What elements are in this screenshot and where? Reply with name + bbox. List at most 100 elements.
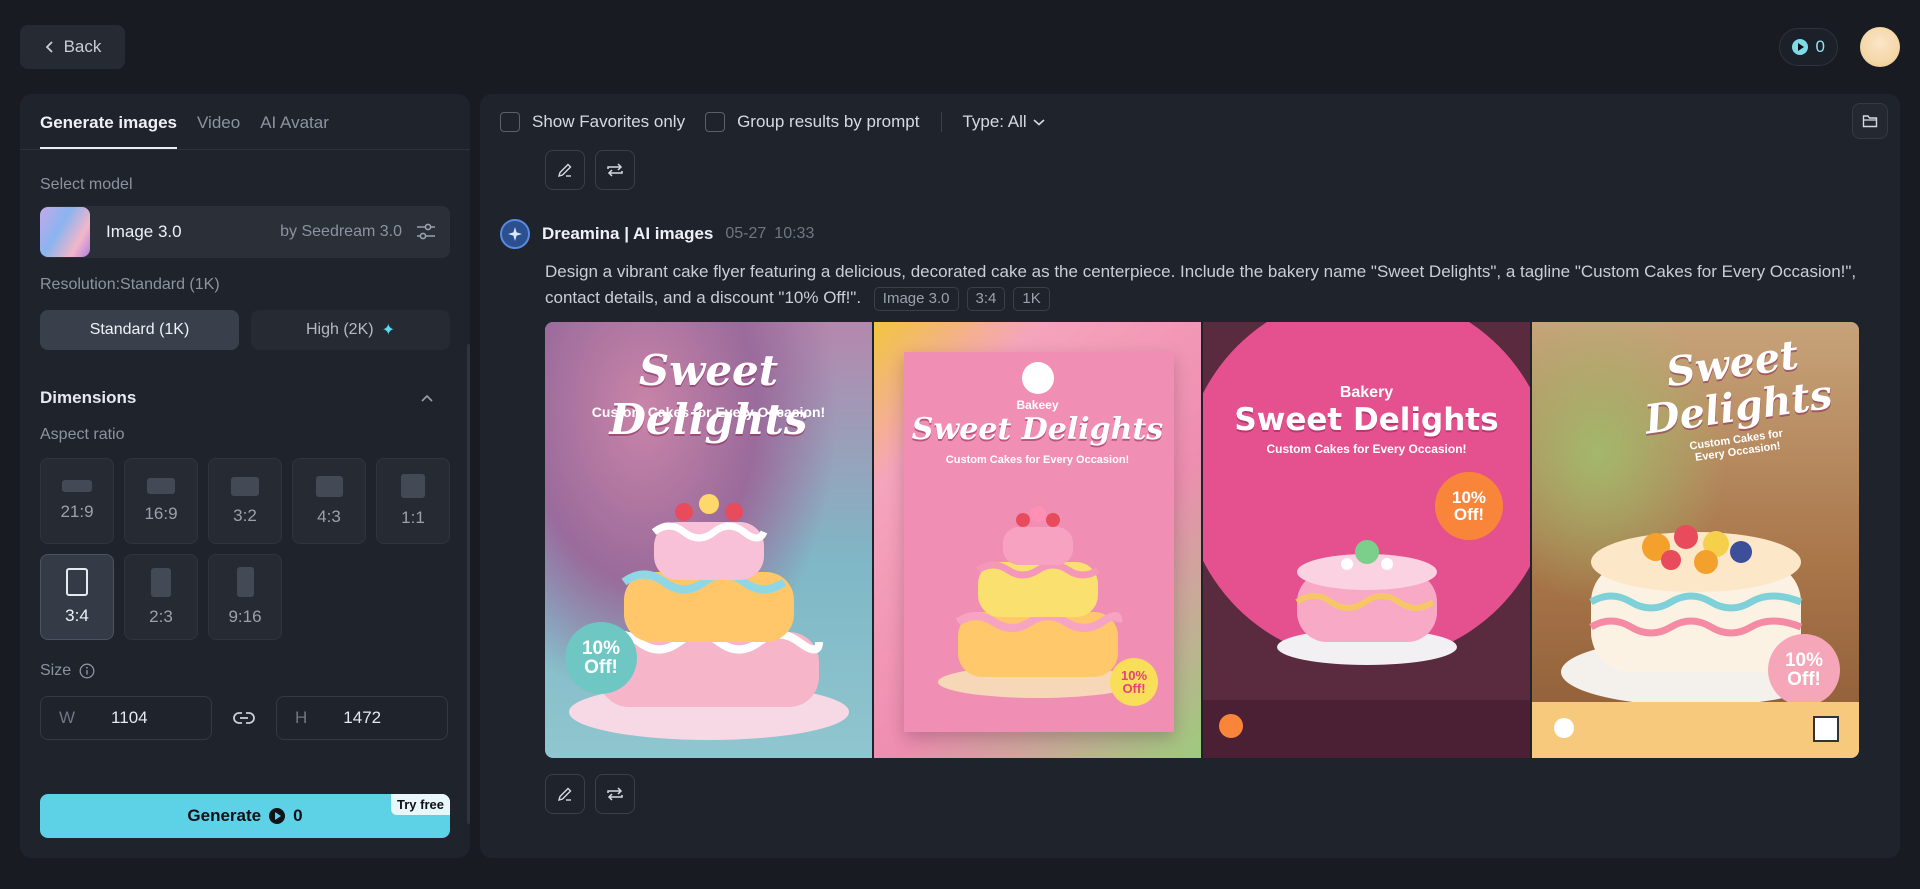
qr-code xyxy=(1813,716,1839,742)
repeat-icon xyxy=(607,163,623,177)
height-value: 1472 xyxy=(343,708,382,727)
previous-actions xyxy=(545,150,635,190)
link-dimensions-button[interactable] xyxy=(222,711,266,725)
generation-settings-panel: Generate images Video AI Avatar Select m… xyxy=(20,94,470,858)
cake-illustration xyxy=(568,494,849,740)
generate-button[interactable]: Generate 0 Try free xyxy=(40,794,450,838)
model-provider: by Seedream 3.0 xyxy=(280,223,402,240)
sparkle-icon: ✦ xyxy=(381,322,395,339)
ratio-label: 4:3 xyxy=(317,506,341,526)
pencil-icon xyxy=(557,163,572,178)
ratio-label: 16:9 xyxy=(144,504,178,523)
height-field[interactable]: H 1472 xyxy=(276,696,448,740)
ratio-21-9[interactable]: 21:9 xyxy=(40,458,114,544)
select-model-label: Select model xyxy=(40,176,133,193)
ratio-4-3[interactable]: 4:3 xyxy=(292,458,366,544)
ratio-shape-icon xyxy=(315,475,343,497)
back-button[interactable]: Back xyxy=(20,25,125,69)
generation-message: Dreamina | AI images 05-27 10:33 Design a… xyxy=(500,219,1880,311)
ratio-shape-icon xyxy=(147,478,175,494)
folder-button[interactable] xyxy=(1852,103,1888,139)
type-filter-label: Type: All xyxy=(962,112,1027,131)
avatar[interactable] xyxy=(1860,27,1900,67)
link-icon xyxy=(233,712,255,724)
resolution-standard-button[interactable]: Standard (1K) xyxy=(40,310,239,350)
message-time: 10:33 xyxy=(774,225,815,242)
dimensions-header[interactable]: Dimensions xyxy=(40,388,450,408)
image-title: Sweet Delights xyxy=(1641,331,1836,444)
ratio-shape-icon xyxy=(401,474,425,498)
back-label: Back xyxy=(63,37,102,56)
message-timestamp: 05-27 10:33 xyxy=(725,225,814,243)
credits-balance[interactable]: 0 xyxy=(1778,28,1838,66)
image-title: Sweet Delights xyxy=(609,346,808,444)
ratio-label: 9:16 xyxy=(228,607,262,626)
info-icon[interactable] xyxy=(79,663,95,679)
width-field[interactable]: W 1104 xyxy=(40,696,212,740)
panel-scrollbar[interactable] xyxy=(467,344,470,824)
height-key: H xyxy=(295,708,308,727)
image-tagline: Custom Cakes for Every Occasion! xyxy=(591,404,826,420)
ratio-16-9[interactable]: 16:9 xyxy=(124,458,198,544)
type-filter-dropdown[interactable]: Type: All xyxy=(962,112,1045,132)
discount-badge: 10% Off! xyxy=(565,622,637,694)
try-free-badge: Try free xyxy=(391,794,450,815)
ratio-3-2[interactable]: 3:2 xyxy=(208,458,282,544)
resolution-standard-label: Standard (1K) xyxy=(89,321,190,338)
regenerate-button[interactable] xyxy=(595,774,635,814)
model-name: Image 3.0 xyxy=(106,222,182,241)
discount-badge: 10% Off! xyxy=(1110,658,1158,706)
image-title: Sweet Delights xyxy=(1234,402,1499,438)
model-thumbnail xyxy=(40,207,90,257)
ratio-shape-icon xyxy=(231,476,259,496)
resolution-high-button[interactable]: High (2K) ✦ xyxy=(251,310,450,350)
image-tagline: Custom Cakes for Every Occasion! xyxy=(1266,442,1467,456)
credit-coin-icon xyxy=(1791,39,1808,55)
ratio-label: 3:4 xyxy=(65,606,89,625)
tag-model: Image 3.0 xyxy=(873,287,959,311)
generated-images: Sweet Delights Custom Cakes for Every Oc… xyxy=(545,322,1859,758)
size-header: Size xyxy=(40,662,450,680)
credits-count: 0 xyxy=(1815,37,1825,56)
message-date: 05-27 xyxy=(725,225,767,242)
image-brand: Bakeey xyxy=(1016,398,1059,412)
favorites-checkbox[interactable]: Show Favorites only xyxy=(500,112,685,132)
ratio-1-1[interactable]: 1:1 xyxy=(376,458,450,544)
contact-strip xyxy=(1532,702,1859,758)
resolution-label: Resolution:Standard (1K) xyxy=(40,276,220,293)
ratio-9-16[interactable]: 9:16 xyxy=(208,554,282,640)
discount-badge: 10% Off! xyxy=(1768,634,1840,706)
tab-video[interactable]: Video xyxy=(197,113,240,149)
generated-image-1[interactable]: Sweet Delights Custom Cakes for Every Oc… xyxy=(545,322,872,758)
prompt-text[interactable]: Design a vibrant cake flyer featuring a … xyxy=(545,259,1885,311)
edit-button[interactable] xyxy=(545,150,585,190)
width-key: W xyxy=(59,708,76,727)
message-author: Dreamina | AI images xyxy=(542,224,714,243)
sliders-icon[interactable] xyxy=(416,223,436,241)
pencil-icon xyxy=(557,787,572,802)
ratio-3-4[interactable]: 3:4 xyxy=(40,554,114,640)
model-selector[interactable]: Image 3.0 by Seedream 3.0 xyxy=(40,206,450,258)
edit-button[interactable] xyxy=(545,774,585,814)
group-label: Group results by prompt xyxy=(737,112,920,131)
checkbox-box xyxy=(500,112,520,132)
generate-cost: 0 xyxy=(293,806,303,825)
width-value: 1104 xyxy=(111,708,148,727)
generated-image-4[interactable]: Sweet Delights Custom Cakes for Every Oc… xyxy=(1532,322,1859,758)
tab-generate-images[interactable]: Generate images xyxy=(40,113,178,149)
dreamina-logo-icon xyxy=(500,219,530,249)
regenerate-button[interactable] xyxy=(595,150,635,190)
checkbox-box xyxy=(705,112,726,132)
group-by-prompt-checkbox[interactable]: Group results by prompt xyxy=(705,112,919,132)
ratio-shape-icon xyxy=(62,480,92,492)
credit-coin-icon xyxy=(269,808,286,824)
ratio-2-3[interactable]: 2:3 xyxy=(124,554,198,640)
contact-icon xyxy=(1554,718,1574,738)
aspect-ratio-grid: 21:9 16:9 3:2 4:3 1:1 3:4 2:3 9:16 xyxy=(40,458,450,640)
generated-image-2[interactable]: Bakeey Sweet Delights Custom Cakes for E… xyxy=(874,322,1201,758)
tab-ai-avatar[interactable]: AI Avatar xyxy=(260,113,329,149)
image-tagline: Custom Cakes for Every Occasion! xyxy=(945,454,1130,466)
favorites-label: Show Favorites only xyxy=(532,112,686,131)
bakery-logo xyxy=(1022,362,1054,394)
generated-image-3[interactable]: Bakery Sweet Delights Custom Cakes for E… xyxy=(1203,322,1530,758)
